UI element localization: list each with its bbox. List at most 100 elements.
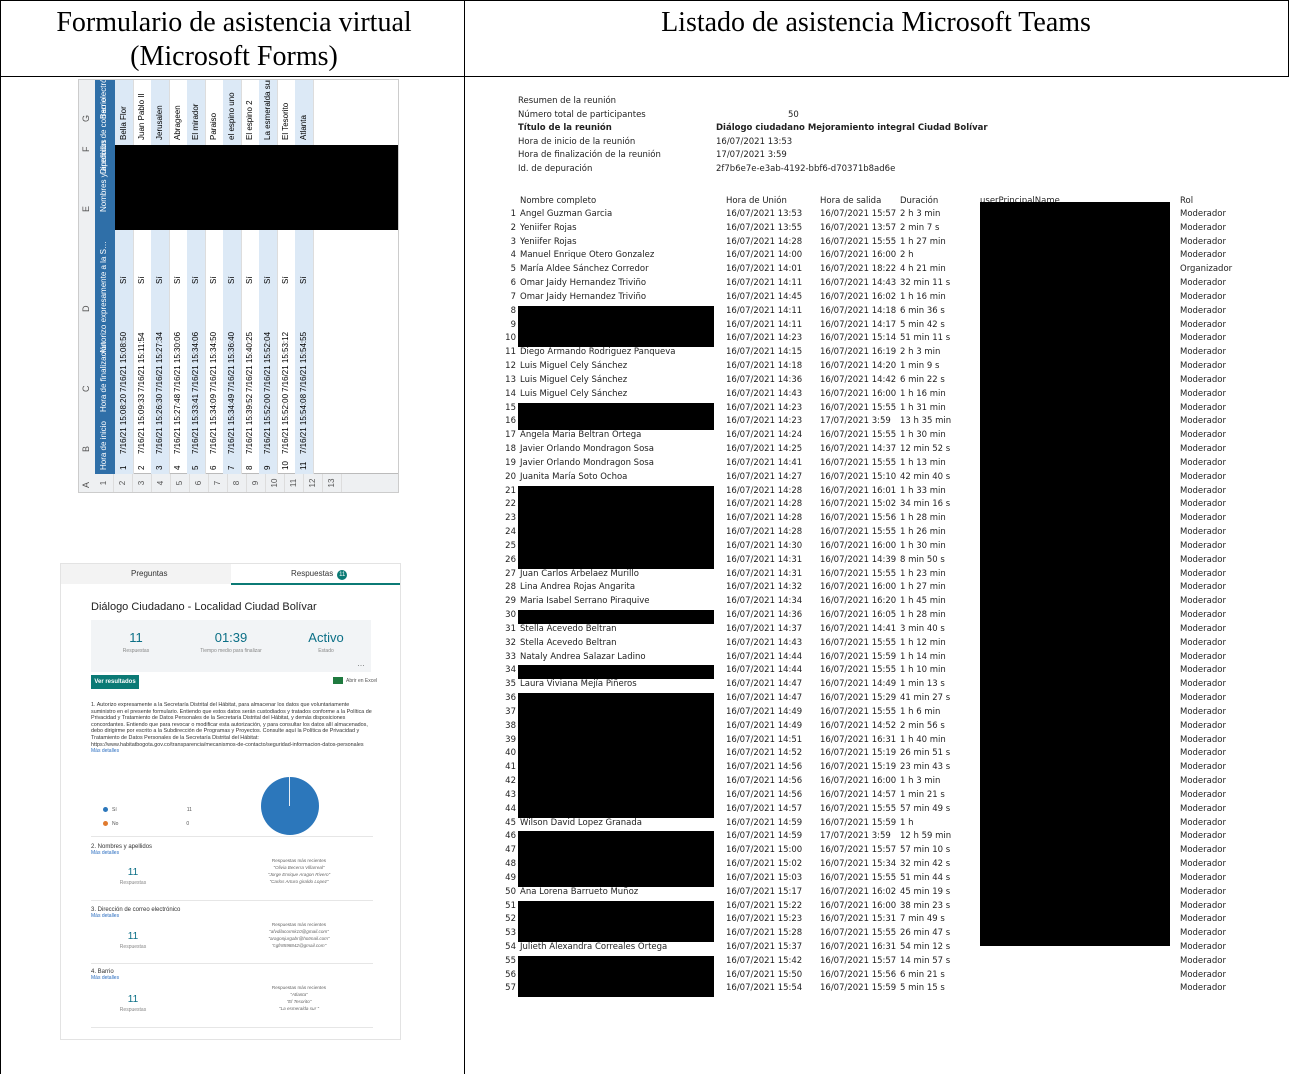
cell-hora-inicio: 7/16/21 15:08:20 — [119, 393, 128, 454]
duration: 1 h 3 min — [900, 776, 941, 787]
row-number: 13 — [505, 374, 516, 385]
join-time: 16/07/2021 15:37 — [726, 941, 803, 952]
spreadsheet-row: 1 7/16/21 15:08:20 7/16/21 15:08:50 Sí Bella… — [115, 80, 134, 474]
ver-resultados-button[interactable]: Ver resultados — [91, 675, 139, 689]
row-number: 47 — [505, 845, 516, 856]
cell-barrio: el espino uno — [227, 92, 236, 140]
row-number: 56 — [505, 969, 516, 980]
question-3: 3. Dirección de correo electrónico Más de… — [91, 907, 181, 919]
cell-hora-fin: 7/16/21 15:34:50 — [209, 331, 218, 392]
duration: 1 h 27 min — [900, 236, 946, 247]
participant-name: Ana Lorena Barrueto Muñoz — [520, 886, 639, 897]
duration: 1 h 27 min — [900, 582, 946, 593]
summary-label: Id. de depuración — [518, 163, 593, 174]
cell-hora-inicio: 7/16/21 15:34:09 — [209, 393, 218, 454]
role: Moderador — [1180, 969, 1226, 980]
row-number: 42 — [505, 776, 516, 787]
duration: 1 h 28 min — [900, 610, 946, 621]
cell-barrio: El mirador — [191, 103, 200, 140]
role: Moderador — [1180, 250, 1226, 261]
leave-time: 16/07/2021 15:57 — [820, 209, 897, 219]
forms-tabs: Preguntas Respuestas 11 — [61, 564, 400, 585]
cell-autorizo: Sí — [281, 276, 290, 284]
separator — [91, 900, 373, 901]
duration: 51 min 11 s — [900, 333, 951, 344]
row-number: 26 — [505, 554, 516, 565]
duration: 13 h 35 min — [900, 416, 952, 427]
redacted-participant-names — [518, 955, 714, 998]
leave-time: 16/07/2021 16:02 — [820, 291, 897, 302]
mas-detalles-link[interactable]: Más detalles — [91, 748, 373, 755]
cell-id: 3 — [155, 465, 164, 470]
cell-autorizo: Sí — [137, 276, 146, 284]
duration: 1 min 21 s — [900, 789, 945, 800]
cell-autorizo: Sí — [227, 276, 236, 284]
leave-time: 16/07/2021 15:55 — [820, 872, 897, 883]
duration: 42 min 40 s — [900, 471, 951, 482]
tab-preguntas[interactable]: Preguntas — [131, 569, 167, 578]
role: Moderador — [1180, 762, 1226, 773]
stat-status: Activo Estado — [308, 630, 344, 654]
question-3-recent: Respuestas más recientes "afvdilacormk10@… — [268, 922, 330, 948]
duration: 2 min 7 s — [900, 222, 940, 233]
join-time: 16/07/2021 14:56 — [726, 789, 803, 800]
tab-respuestas[interactable]: Respuestas 11 — [291, 569, 348, 580]
row-number: 38 — [505, 720, 516, 731]
row-number: 36 — [505, 693, 516, 704]
join-time: 16/07/2021 14:36 — [726, 610, 803, 621]
cell-hora-fin: 7/16/21 15:54:55 — [299, 331, 308, 392]
role: Moderador — [1180, 402, 1226, 413]
spreadsheet-row: 6 7/16/21 15:34:09 7/16/21 15:34:50 Sí Parai… — [205, 80, 224, 474]
more-options-icon[interactable]: … — [357, 659, 365, 668]
join-time: 16/07/2021 14:57 — [726, 803, 803, 814]
join-time: 16/07/2021 14:44 — [726, 651, 803, 662]
leave-time: 16/07/2021 16:00 — [820, 250, 897, 261]
cell-barrio: El Tesorito — [281, 102, 290, 140]
question-4: 4. Barrio Más detalles — [91, 969, 120, 981]
role: Moderador — [1180, 900, 1226, 911]
spreadsheet-row: 7 7/16/21 15:34:49 7/16/21 15:36:40 Sí el es… — [223, 80, 242, 474]
participant-name: Maria Isabel Serrano Piraquive — [520, 596, 650, 607]
role: Organizador — [1180, 264, 1233, 275]
summary-label: Hora de inicio de la reunión — [518, 136, 636, 147]
participant-name: Luis Miguel Cely Sánchez — [520, 361, 628, 372]
role: Moderador — [1180, 928, 1226, 939]
duration: 1 h 16 min — [900, 291, 946, 302]
duration: 8 min 50 s — [900, 554, 945, 565]
participant-name: Wilson David Lopez Granada — [520, 817, 642, 828]
legend-si: Sí 11 — [103, 807, 192, 813]
column-letter-f: F — [81, 146, 91, 153]
participant-name: Angela Maria Beltran Ortega — [520, 430, 642, 441]
spreadsheet-row: 11 7/16/21 15:54:08 7/16/21 15:54:55 Sí Atla… — [295, 80, 314, 474]
leave-time: 16/07/2021 15:10 — [820, 471, 897, 482]
cell-autorizo: Sí — [119, 276, 128, 284]
question-1-text: 1. Autorizo expresamente a la Secretaría… — [91, 702, 372, 748]
participant-name: Juan Carlos Arbelaez Murillo — [520, 568, 639, 579]
role: Moderador — [1180, 305, 1226, 316]
row-number: 35 — [505, 679, 516, 690]
excel-icon — [333, 677, 343, 684]
leave-time: 16/07/2021 15:55 — [820, 928, 897, 939]
redacted-participant-names — [518, 831, 714, 887]
row-number: 21 — [505, 485, 516, 496]
row-number: 33 — [505, 651, 516, 662]
role: Moderador — [1180, 471, 1226, 482]
join-time: 16/07/2021 14:28 — [726, 527, 803, 538]
row-number: 14 — [505, 388, 516, 399]
row-number: 52 — [505, 914, 516, 925]
question-2: 2. Nombres y apellidos Más detalles — [91, 844, 153, 856]
role: Moderador — [1180, 361, 1226, 372]
row-number: 23 — [505, 513, 516, 524]
join-time: 16/07/2021 14:11 — [726, 278, 803, 289]
abrir-excel-link[interactable]: Abrir en Excel — [333, 677, 377, 684]
cell-hora-inicio: 7/16/21 15:52:00 — [281, 393, 290, 454]
join-time: 16/07/2021 14:23 — [726, 416, 803, 427]
join-time: 16/07/2021 14:47 — [726, 679, 803, 690]
join-time: 16/07/2021 14:11 — [726, 319, 803, 330]
role: Moderador — [1180, 803, 1226, 814]
participant-name: María Aldee Sánchez Corredor — [520, 264, 649, 275]
role: Moderador — [1180, 776, 1226, 787]
row-number: 37 — [505, 706, 516, 717]
duration: 2 h 3 min — [900, 347, 941, 358]
duration: 1 h 6 min — [900, 706, 941, 717]
